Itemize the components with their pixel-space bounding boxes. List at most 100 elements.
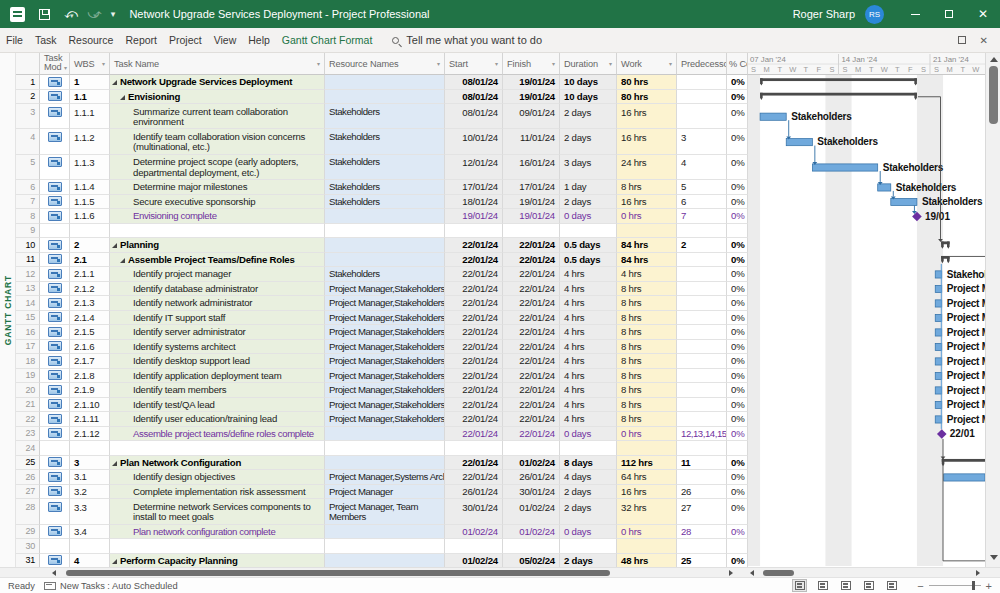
cell-work[interactable]: 8 hrs xyxy=(617,325,677,340)
column-header-pred[interactable]: Predecessor▾ xyxy=(677,53,727,75)
cell-pct[interactable]: 0% xyxy=(727,267,748,282)
cell-dur[interactable]: 2 days xyxy=(560,554,617,567)
column-header-pct[interactable]: % Com xyxy=(727,53,748,75)
summary-bar[interactable] xyxy=(942,459,985,462)
task-bar[interactable] xyxy=(935,358,942,365)
task-bar[interactable] xyxy=(935,285,942,292)
task-bar[interactable] xyxy=(878,184,891,191)
cell-start[interactable]: 30/01/24 xyxy=(445,499,503,524)
cell-finish[interactable]: 22/01/24 xyxy=(503,253,560,268)
cell-finish[interactable]: 19/01/24 xyxy=(503,75,560,90)
cell-name[interactable]: Determine major milestones xyxy=(110,180,325,195)
cell-dur[interactable]: 0 days xyxy=(560,427,617,442)
cell-res[interactable] xyxy=(325,554,445,567)
cell-finish[interactable]: 01/02/24 xyxy=(503,456,560,471)
cell-pred[interactable]: 27 xyxy=(677,499,727,524)
tab-task[interactable]: Task xyxy=(29,28,63,53)
cell-pct[interactable]: 0% xyxy=(727,340,748,355)
column-header-id[interactable] xyxy=(16,53,40,75)
cell-work[interactable]: 16 hrs xyxy=(617,195,677,210)
cell-dur[interactable]: 0 days xyxy=(560,209,617,224)
cell-work[interactable]: 8 hrs xyxy=(617,398,677,413)
chart-scroll-right-icon[interactable] xyxy=(976,570,980,576)
cell-id[interactable]: 20 xyxy=(16,383,40,398)
cell-pct[interactable]: 0% xyxy=(727,195,748,210)
cell-work[interactable]: 8 hrs xyxy=(617,383,677,398)
cell-res[interactable]: Project Manager,Stakeholders xyxy=(325,354,445,369)
cell-dur[interactable]: 2 days xyxy=(560,499,617,524)
cell-work[interactable]: 48 hrs xyxy=(617,554,677,567)
cell-finish[interactable]: 22/01/24 xyxy=(503,427,560,442)
cell-id[interactable]: 3 xyxy=(16,104,40,129)
cell-mode[interactable] xyxy=(40,340,70,355)
cell-res[interactable]: Project Manager, Team Members xyxy=(325,499,445,524)
cell-dur[interactable]: 4 hrs xyxy=(560,383,617,398)
cell-work[interactable]: 8 hrs xyxy=(617,180,677,195)
cell-name[interactable]: Perform Capacity Planning xyxy=(110,554,325,567)
cell-pred[interactable] xyxy=(677,90,727,105)
cell-dur[interactable]: 4 hrs xyxy=(560,369,617,384)
cell-start[interactable]: 22/01/24 xyxy=(445,412,503,427)
cell-wbs[interactable]: 2.1.2 xyxy=(70,282,110,297)
cell-mode[interactable] xyxy=(40,398,70,413)
cell-res[interactable] xyxy=(325,539,445,554)
cell-start[interactable]: 22/01/24 xyxy=(445,296,503,311)
cell-id[interactable]: 31 xyxy=(16,554,40,567)
cell-pred[interactable] xyxy=(677,383,727,398)
cell-id[interactable]: 7 xyxy=(16,195,40,210)
cell-dur[interactable]: 0.5 days xyxy=(560,253,617,268)
cell-wbs[interactable]: 2.1.8 xyxy=(70,369,110,384)
close-button[interactable]: ✕ xyxy=(966,0,1000,28)
cell-name[interactable]: Identify team collaboration vision conce… xyxy=(110,129,325,154)
cell-id[interactable]: 23 xyxy=(16,427,40,442)
cell-id[interactable]: 21 xyxy=(16,398,40,413)
cell-id[interactable]: 13 xyxy=(16,282,40,297)
cell-id[interactable]: 1 xyxy=(16,75,40,90)
cell-start[interactable]: 01/02/24 xyxy=(445,525,503,540)
cell-res[interactable]: Project Manager,Systems Architect xyxy=(325,470,445,485)
cell-work[interactable]: 80 hrs xyxy=(617,90,677,105)
cell-res[interactable]: Project Manager,Stakeholders xyxy=(325,412,445,427)
cell-name[interactable]: Identify desktop support lead xyxy=(110,354,325,369)
cell-mode[interactable] xyxy=(40,354,70,369)
cell-wbs[interactable]: 3.1 xyxy=(70,470,110,485)
cell-pct[interactable]: 0% xyxy=(727,282,748,297)
cell-id[interactable]: 9 xyxy=(16,224,40,239)
cell-finish[interactable]: 05/02/24 xyxy=(503,554,560,567)
cell-finish[interactable]: 19/01/24 xyxy=(503,90,560,105)
cell-dur[interactable]: 2 days xyxy=(560,195,617,210)
cell-wbs[interactable]: 2.1.4 xyxy=(70,311,110,326)
cell-wbs[interactable]: 2.1.9 xyxy=(70,383,110,398)
vertical-scrollbar[interactable] xyxy=(985,53,1000,567)
cell-dur[interactable] xyxy=(560,224,617,239)
cell-pct[interactable]: 0% xyxy=(727,311,748,326)
cell-work[interactable]: 8 hrs xyxy=(617,412,677,427)
cell-pred[interactable] xyxy=(677,253,727,268)
cell-res[interactable] xyxy=(325,75,445,90)
cell-pct[interactable]: 0% xyxy=(727,369,748,384)
cell-wbs[interactable]: 2.1.1 xyxy=(70,267,110,282)
cell-name[interactable]: Identify application deployment team xyxy=(110,369,325,384)
cell-start[interactable]: 19/01/24 xyxy=(445,209,503,224)
task-bar[interactable] xyxy=(935,401,942,408)
cell-id[interactable]: 5 xyxy=(16,155,40,180)
cell-pred[interactable] xyxy=(677,311,727,326)
cell-name[interactable]: Complete implementation risk assessment xyxy=(110,485,325,500)
summary-bar[interactable] xyxy=(760,78,917,81)
cell-pct[interactable]: 0% xyxy=(727,180,748,195)
cell-pred[interactable]: 26 xyxy=(677,485,727,500)
cell-finish[interactable]: 17/01/24 xyxy=(503,180,560,195)
cell-mode[interactable] xyxy=(40,441,70,456)
cell-res[interactable] xyxy=(325,224,445,239)
chart-scrollbar-thumb[interactable] xyxy=(763,570,794,576)
task-bar[interactable] xyxy=(812,164,877,171)
cell-dur[interactable]: 2 days xyxy=(560,129,617,154)
cell-res[interactable]: Project Manager,Stakeholders xyxy=(325,398,445,413)
restore-button[interactable] xyxy=(932,0,966,28)
cell-work[interactable]: 16 hrs xyxy=(617,485,677,500)
cell-pred[interactable]: 11 xyxy=(677,456,727,471)
cell-pred[interactable] xyxy=(677,412,727,427)
cell-wbs[interactable]: 2.1.7 xyxy=(70,354,110,369)
cell-work[interactable]: 64 hrs xyxy=(617,470,677,485)
cell-pred[interactable]: 25 xyxy=(677,554,727,567)
